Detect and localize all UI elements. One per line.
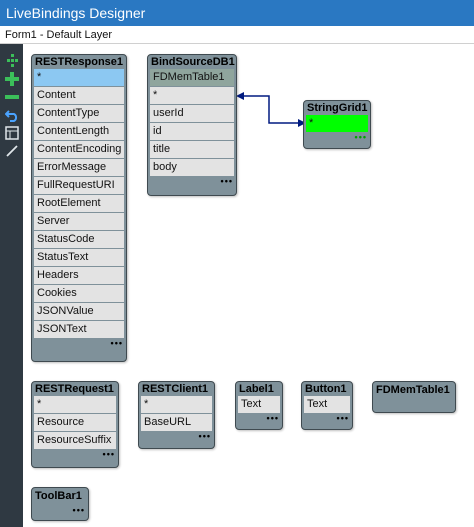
field-row[interactable]: * bbox=[34, 396, 116, 413]
add-icon[interactable] bbox=[3, 70, 20, 87]
node-toolbar1[interactable]: ToolBar1 ••• bbox=[31, 487, 89, 521]
link-icon[interactable] bbox=[3, 142, 20, 159]
node-stringgrid1[interactable]: StringGrid1 * ••• bbox=[303, 100, 371, 149]
field-row[interactable]: * bbox=[150, 87, 234, 104]
node-restclient1[interactable]: RESTClient1 * BaseURL ••• bbox=[138, 381, 215, 449]
node-title: Label1 bbox=[239, 383, 274, 395]
field-row[interactable]: JSONValue bbox=[34, 303, 124, 320]
field-row[interactable]: ContentEncoding bbox=[34, 141, 124, 158]
more-button[interactable]: ••• bbox=[236, 414, 282, 424]
field-row[interactable]: ErrorMessage bbox=[34, 159, 124, 176]
node-title: RESTRequest1 bbox=[35, 383, 114, 395]
undo-icon[interactable] bbox=[3, 106, 20, 123]
field-row[interactable]: Headers bbox=[34, 267, 124, 284]
node-title: RESTClient1 bbox=[142, 383, 209, 395]
grid-dots-icon[interactable] bbox=[3, 52, 20, 69]
component-row[interactable]: FDMemTable1 bbox=[150, 69, 234, 86]
node-bindsourcedb1[interactable]: BindSourceDB1 FDMemTable1 * userId id ti… bbox=[147, 54, 237, 196]
field-row[interactable]: ResourceSuffix bbox=[34, 432, 116, 449]
field-row[interactable]: Text bbox=[238, 396, 280, 413]
field-row[interactable]: StatusText bbox=[34, 249, 124, 266]
field-row[interactable]: * bbox=[306, 115, 368, 132]
layers-icon[interactable] bbox=[3, 124, 20, 141]
field-row[interactable]: id bbox=[150, 123, 234, 140]
field-row[interactable]: Cookies bbox=[34, 285, 124, 302]
field-row[interactable]: ContentType bbox=[34, 105, 124, 122]
node-restresponse1[interactable]: RESTResponse1 * Content ContentType Cont… bbox=[31, 54, 127, 362]
field-row[interactable]: * bbox=[141, 396, 212, 413]
layer-label: Form1 - Default Layer bbox=[0, 26, 474, 44]
field-row[interactable]: JSONText bbox=[34, 321, 124, 338]
node-label1[interactable]: Label1 Text ••• bbox=[235, 381, 283, 430]
designer-toolbar bbox=[0, 44, 23, 527]
field-row[interactable]: BaseURL bbox=[141, 414, 212, 431]
node-title: FDMemTable1 bbox=[376, 384, 450, 396]
field-row[interactable]: title bbox=[150, 141, 234, 158]
node-title: StringGrid1 bbox=[307, 102, 368, 114]
field-row[interactable]: Content bbox=[34, 87, 124, 104]
field-row[interactable]: Server bbox=[34, 213, 124, 230]
remove-icon[interactable] bbox=[3, 88, 20, 105]
more-button[interactable]: ••• bbox=[304, 133, 370, 143]
more-button[interactable]: ••• bbox=[148, 177, 236, 187]
field-row[interactable]: Resource bbox=[34, 414, 116, 431]
field-row[interactable]: FullRequestURI bbox=[34, 177, 124, 194]
node-title: Button1 bbox=[305, 383, 347, 395]
field-row[interactable]: Text bbox=[304, 396, 350, 413]
window-title: LiveBindings Designer bbox=[0, 0, 474, 26]
more-button[interactable]: ••• bbox=[32, 450, 118, 460]
node-title: BindSourceDB1 bbox=[151, 56, 235, 68]
design-canvas[interactable]: RESTResponse1 * Content ContentType Cont… bbox=[23, 44, 474, 527]
more-button[interactable]: ••• bbox=[32, 339, 126, 349]
node-fdmemtable1[interactable]: FDMemTable1 bbox=[372, 381, 456, 413]
more-button[interactable]: ••• bbox=[139, 432, 214, 442]
more-button[interactable]: ••• bbox=[32, 506, 88, 516]
node-button1[interactable]: Button1 Text ••• bbox=[301, 381, 353, 430]
field-row[interactable]: * bbox=[34, 69, 124, 86]
field-row[interactable]: ContentLength bbox=[34, 123, 124, 140]
field-row[interactable]: RootElement bbox=[34, 195, 124, 212]
field-row[interactable]: body bbox=[150, 159, 234, 176]
more-button[interactable]: ••• bbox=[302, 414, 352, 424]
field-row[interactable]: userId bbox=[150, 105, 234, 122]
node-title: ToolBar1 bbox=[35, 490, 82, 502]
node-title: RESTResponse1 bbox=[35, 56, 124, 68]
node-restrequest1[interactable]: RESTRequest1 * Resource ResourceSuffix •… bbox=[31, 381, 119, 468]
field-row[interactable]: StatusCode bbox=[34, 231, 124, 248]
